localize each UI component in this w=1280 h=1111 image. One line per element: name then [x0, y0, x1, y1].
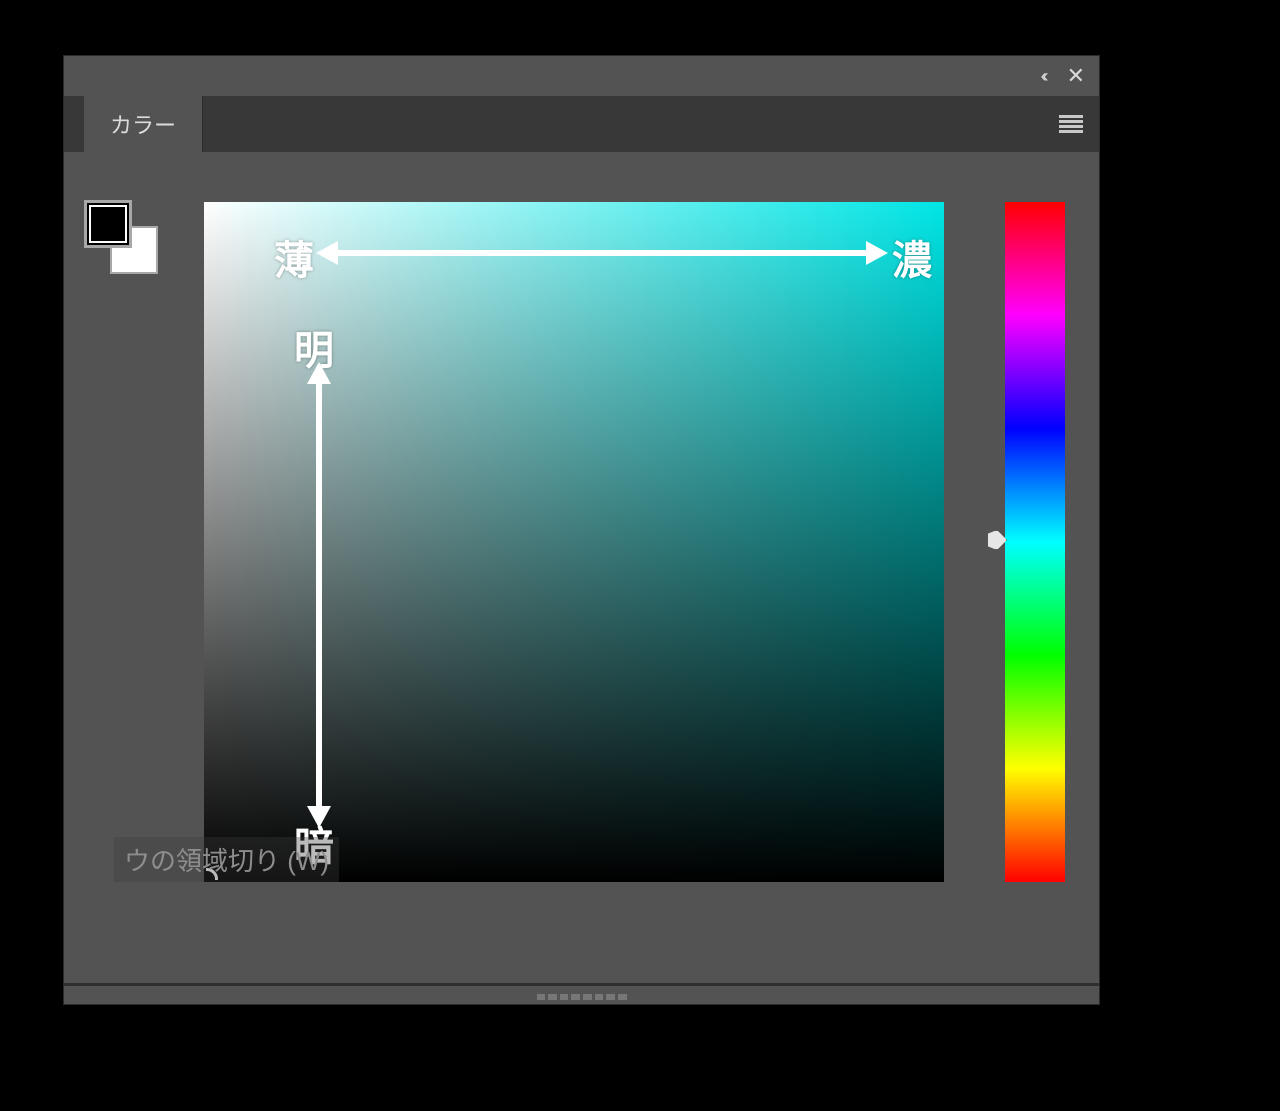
resize-grip-icon[interactable]: [537, 992, 627, 1000]
hue-slider-thumb[interactable]: [987, 530, 1007, 550]
panel-body: 薄 濃 明 暗 ウの領域切り (W): [64, 152, 1099, 1004]
collapse-icon[interactable]: ‹‹: [1041, 66, 1045, 87]
tab-color[interactable]: カラー: [84, 96, 203, 152]
panel-titlebar: ‹‹ ✕: [64, 56, 1099, 96]
brightness-gradient: [204, 202, 944, 882]
color-panel: ‹‹ ✕ カラー 薄 濃 明 暗 ウの領域切り: [63, 55, 1100, 1005]
close-icon[interactable]: ✕: [1067, 63, 1085, 89]
panel-footer-divider: [64, 983, 1099, 986]
foreground-color-swatch[interactable]: [84, 200, 132, 248]
panel-tabbar: カラー: [64, 96, 1099, 152]
hue-slider[interactable]: [1005, 202, 1065, 882]
saturation-brightness-field[interactable]: [204, 202, 944, 882]
flyout-menu-icon[interactable]: [1059, 115, 1083, 133]
fg-bg-swatches[interactable]: [84, 200, 158, 274]
